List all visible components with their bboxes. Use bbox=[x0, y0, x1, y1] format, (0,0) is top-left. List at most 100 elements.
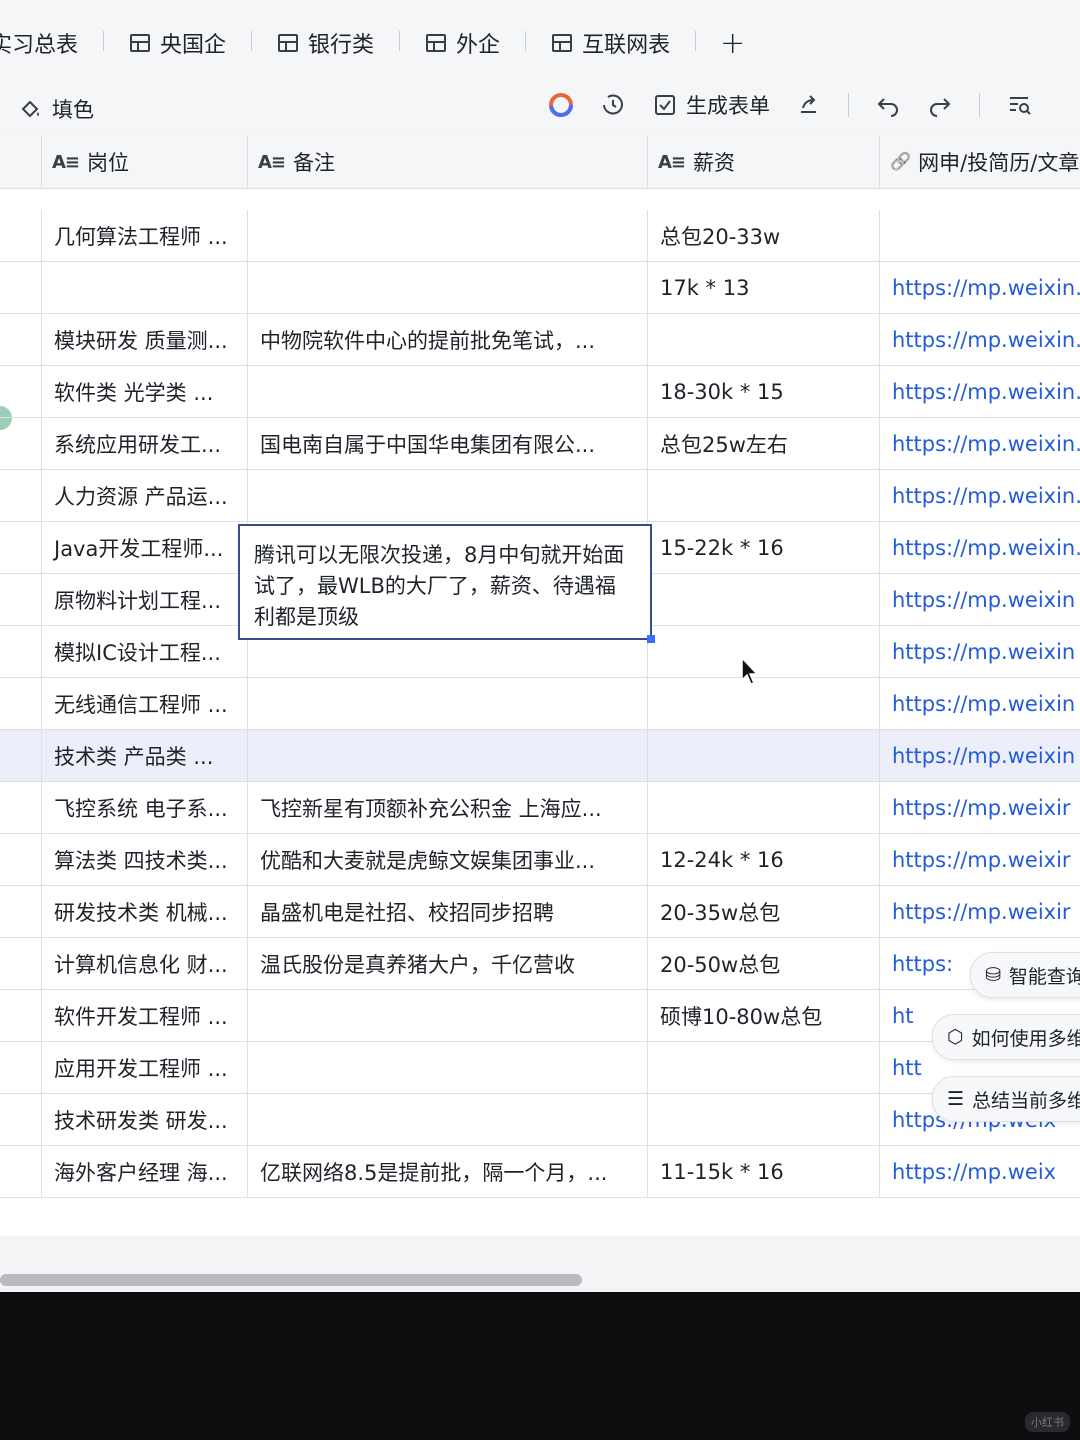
position-cell[interactable]: 软件类 光学类 ... bbox=[42, 366, 248, 417]
salary-cell[interactable]: 总包25w左右 bbox=[648, 418, 880, 469]
table-row[interactable]: 17k * 13 https://mp.weixin.c bbox=[0, 262, 1080, 314]
row-number-cell[interactable] bbox=[0, 626, 42, 677]
horizontal-scrollbar[interactable] bbox=[0, 1274, 582, 1286]
table-row[interactable]: 技术研发类 研发...https://mp.weix bbox=[0, 1094, 1080, 1146]
row-number-cell[interactable] bbox=[0, 574, 42, 625]
column-header[interactable]: A≡ 薪资 bbox=[648, 136, 880, 188]
position-cell[interactable]: 模块研发 质量测... bbox=[42, 314, 248, 365]
note-cell[interactable] bbox=[248, 470, 648, 521]
column-header[interactable]: A≡ 岗位 bbox=[42, 136, 248, 188]
salary-cell[interactable] bbox=[648, 1042, 880, 1093]
link-cell[interactable]: https://mp.weixin.c bbox=[880, 366, 1080, 417]
salary-cell[interactable]: 18-30k * 15 bbox=[648, 366, 880, 417]
sheet-tab[interactable]: 外企 bbox=[400, 27, 527, 59]
salary-cell[interactable]: 20-50w总包 bbox=[648, 938, 880, 989]
search-filter-icon[interactable] bbox=[1006, 92, 1032, 118]
table-row[interactable]: 模块研发 质量测... 中物院软件中心的提前批免笔试，... https://mp.… bbox=[0, 314, 1080, 366]
note-cell[interactable] bbox=[248, 262, 648, 313]
salary-cell[interactable] bbox=[648, 782, 880, 833]
table-row[interactable]: 研发技术类 机械... 晶盛机电是社招、校招同步招聘 20-35w总包 https:/… bbox=[0, 886, 1080, 938]
note-cell[interactable]: 飞控新星有顶额补充公积金 上海应... bbox=[248, 782, 648, 833]
generate-form-button[interactable]: 生成表单 bbox=[652, 90, 770, 120]
salary-cell[interactable] bbox=[648, 678, 880, 729]
table-row[interactable]: 计算机信息化 财... 温氏股份是真养猪大户，千亿营收 20-50w总包 https: bbox=[0, 938, 1080, 990]
ai-assistant-icon[interactable] bbox=[548, 92, 574, 118]
row-number-cell[interactable] bbox=[0, 418, 42, 469]
salary-cell[interactable]: 硕博10-80w总包 bbox=[648, 990, 880, 1041]
row-number-cell[interactable] bbox=[0, 262, 42, 313]
sheet-tab[interactable]: 央国企 bbox=[104, 27, 253, 59]
row-number-cell[interactable] bbox=[0, 886, 42, 937]
note-cell[interactable] bbox=[248, 678, 648, 729]
share-icon[interactable] bbox=[796, 92, 822, 118]
note-cell[interactable] bbox=[248, 990, 648, 1041]
note-cell[interactable] bbox=[248, 730, 648, 781]
history-icon[interactable] bbox=[600, 92, 626, 118]
table-row[interactable]: 几何算法工程师 ... 总包20-33w bbox=[0, 210, 1080, 262]
note-cell[interactable]: 晶盛机电是社招、校招同步招聘 bbox=[248, 886, 648, 937]
note-cell[interactable]: 中物院软件中心的提前批免笔试，... bbox=[248, 314, 648, 365]
ai-suggestion-chip[interactable]: ⬡ 如何使用多维 bbox=[932, 1014, 1080, 1060]
row-number-cell[interactable] bbox=[0, 782, 42, 833]
position-cell[interactable]: 计算机信息化 财... bbox=[42, 938, 248, 989]
position-cell[interactable]: 飞控系统 电子系... bbox=[42, 782, 248, 833]
salary-cell[interactable] bbox=[648, 574, 880, 625]
table-row[interactable]: 应用开发工程师 ... htt bbox=[0, 1042, 1080, 1094]
link-cell[interactable]: https://mp.weixin.c bbox=[880, 314, 1080, 365]
row-number-cell[interactable] bbox=[0, 1146, 42, 1197]
position-cell[interactable] bbox=[42, 262, 248, 313]
fill-handle[interactable] bbox=[647, 635, 655, 643]
salary-cell[interactable] bbox=[648, 626, 880, 677]
position-cell[interactable]: 原物料计划工程... bbox=[42, 574, 248, 625]
row-number-cell[interactable] bbox=[0, 1042, 42, 1093]
link-cell[interactable]: https://mp.weixin.c bbox=[880, 262, 1080, 313]
salary-cell[interactable]: 总包20-33w bbox=[648, 210, 880, 261]
position-cell[interactable]: 应用开发工程师 ... bbox=[42, 1042, 248, 1093]
salary-cell[interactable] bbox=[648, 730, 880, 781]
link-cell[interactable]: https://mp.weixin bbox=[880, 574, 1080, 625]
salary-cell[interactable] bbox=[648, 1094, 880, 1145]
table-row[interactable]: 算法类 四技术类... 优酷和大麦就是虎鲸文娱集团事业... 12-24k * 16… bbox=[0, 834, 1080, 886]
salary-cell[interactable]: 12-24k * 16 bbox=[648, 834, 880, 885]
position-cell[interactable]: 技术研发类 研发... bbox=[42, 1094, 248, 1145]
note-cell[interactable] bbox=[248, 1042, 648, 1093]
table-row[interactable]: 飞控系统 电子系... 飞控新星有顶额补充公积金 上海应... https://mp… bbox=[0, 782, 1080, 834]
row-number-cell[interactable] bbox=[0, 834, 42, 885]
link-cell[interactable]: https://mp.weixir bbox=[880, 782, 1080, 833]
link-cell[interactable]: https://mp.weixin bbox=[880, 678, 1080, 729]
link-cell[interactable]: https://mp.weixir bbox=[880, 834, 1080, 885]
position-cell[interactable]: 模拟IC设计工程... bbox=[42, 626, 248, 677]
ai-suggestion-chip[interactable]: ☰ 总结当前多维 bbox=[932, 1076, 1080, 1122]
link-cell[interactable]: https://mp.weixir bbox=[880, 886, 1080, 937]
link-cell[interactable]: https://mp.weixin. bbox=[880, 418, 1080, 469]
row-number-cell[interactable] bbox=[0, 522, 42, 573]
position-cell[interactable]: 无线通信工程师 ... bbox=[42, 678, 248, 729]
link-cell[interactable]: https://mp.weixin bbox=[880, 730, 1080, 781]
row-number-cell[interactable] bbox=[0, 314, 42, 365]
link-cell[interactable]: https://mp.weixin bbox=[880, 626, 1080, 677]
table-row[interactable]: 海外客户经理 海... 亿联网络8.5是提前批，隔一个月，... 11-15k * … bbox=[0, 1146, 1080, 1198]
column-header[interactable]: 🔗 网申/投简历/文章 bbox=[880, 136, 1080, 188]
row-number-cell[interactable] bbox=[0, 210, 42, 261]
position-cell[interactable]: 研发技术类 机械... bbox=[42, 886, 248, 937]
position-cell[interactable]: 技术类 产品类 ... bbox=[42, 730, 248, 781]
link-cell[interactable]: https://mp.weixin. bbox=[880, 522, 1080, 573]
position-cell[interactable]: 海外客户经理 海... bbox=[42, 1146, 248, 1197]
row-number-cell[interactable] bbox=[0, 938, 42, 989]
note-cell[interactable]: 国电南自属于中国华电集团有限公... bbox=[248, 418, 648, 469]
note-cell[interactable]: 亿联网络8.5是提前批，隔一个月，... bbox=[248, 1146, 648, 1197]
table-row[interactable]: 软件类 光学类 ... 18-30k * 15 https://mp.weixin.… bbox=[0, 366, 1080, 418]
note-cell[interactable]: 优酷和大麦就是虎鲸文娱集团事业... bbox=[248, 834, 648, 885]
undo-icon[interactable] bbox=[875, 92, 901, 118]
table-row[interactable]: 软件开发工程师 ... 硕博10-80w总包 ht bbox=[0, 990, 1080, 1042]
row-number-cell[interactable] bbox=[0, 1094, 42, 1145]
fill-color-button[interactable]: 填色 bbox=[18, 94, 94, 124]
ai-suggestion-chip[interactable]: ⛁ 智能查询 bbox=[970, 952, 1080, 998]
salary-cell[interactable] bbox=[648, 470, 880, 521]
table-row[interactable]: 人力资源 产品运... https://mp.weixin. bbox=[0, 470, 1080, 522]
position-cell[interactable]: 系统应用研发工... bbox=[42, 418, 248, 469]
note-cell[interactable] bbox=[248, 210, 648, 261]
column-header[interactable]: A≡ 备注 bbox=[248, 136, 648, 188]
position-cell[interactable]: 软件开发工程师 ... bbox=[42, 990, 248, 1041]
row-number-cell[interactable] bbox=[0, 470, 42, 521]
